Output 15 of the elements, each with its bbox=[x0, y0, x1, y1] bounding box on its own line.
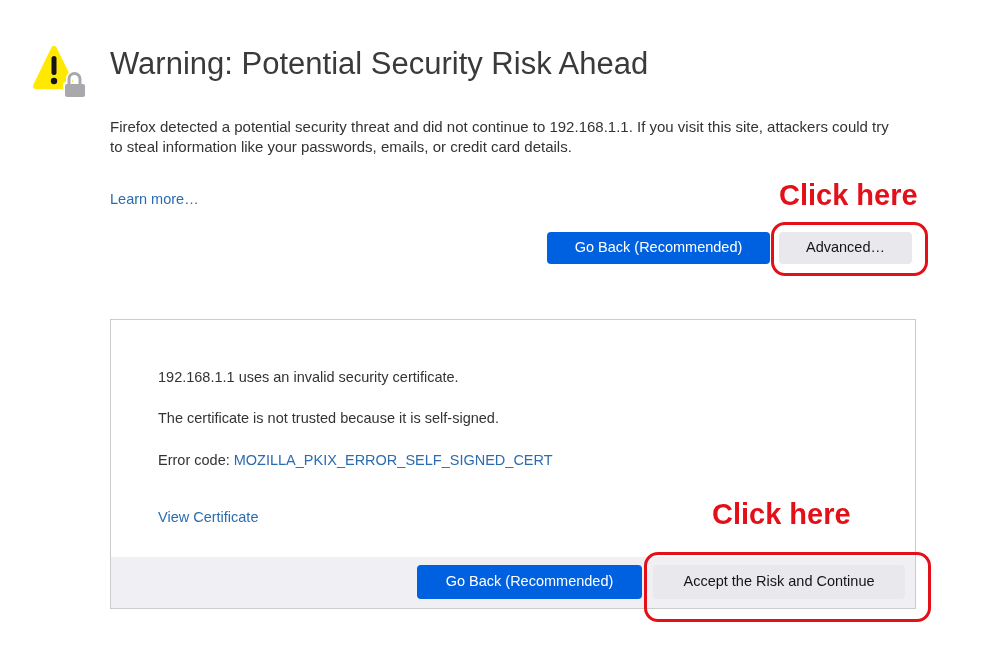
primary-button[interactable]: Go Back (Recommended) bbox=[547, 232, 770, 264]
primary-button[interactable]: Go Back (Recommended) bbox=[417, 565, 642, 599]
certificate-message: 192.168.1.1 uses an invalid security certificate. bbox=[158, 368, 459, 387]
warning-lock-icon bbox=[33, 45, 87, 97]
page-title: Warning: Potential Security Risk Ahead bbox=[110, 45, 649, 83]
view-certificate-link[interactable]: View Certificate bbox=[158, 507, 259, 527]
warning-description: Firefox detected a potential security threat and did not continue to 192.168.1.1. If you visit this site, attackers could try to steal information like your passwords, emails, or credit card details. bbox=[110, 117, 890, 157]
certificate-message: The certificate is not trusted because it is self-signed. bbox=[158, 409, 499, 428]
secondary-button[interactable]: Accept the Risk and Continue bbox=[653, 565, 905, 599]
secondary-button[interactable]: Advanced… bbox=[779, 232, 912, 264]
learn-more-link[interactable]: Learn more… bbox=[110, 189, 199, 209]
callout-text: Click here bbox=[712, 498, 851, 530]
error-code-text: Error code: MOZILLA_PKIX_ERROR_SELF_SIGNED_CERT bbox=[158, 451, 553, 470]
error-code-link[interactable]: MOZILLA_PKIX_ERROR_SELF_SIGNED_CERT bbox=[233, 452, 553, 468]
callout-text: Click here bbox=[779, 179, 918, 211]
